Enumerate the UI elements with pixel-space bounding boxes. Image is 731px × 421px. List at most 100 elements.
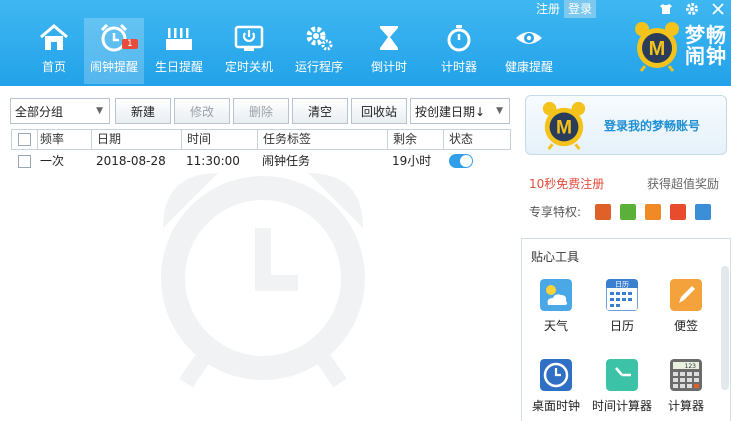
nav-label: 定时关机 (224, 60, 273, 74)
nav-label: 闹钟提醒 (89, 60, 138, 74)
nav-item-stopwatch[interactable]: 计时器 (424, 18, 494, 84)
time-cell: 11:30:00 (186, 154, 240, 168)
tool-calculator[interactable]: 123 计算器 (653, 359, 719, 414)
column-header[interactable]: 日期 (92, 130, 182, 149)
svg-text:M: M (556, 118, 572, 139)
frequency-cell: 一次 (40, 154, 65, 168)
tool-label: 计算器 (667, 399, 704, 413)
select-all-cell (12, 130, 38, 149)
delete-button[interactable]: 删除 (233, 98, 289, 124)
privileges-label: 专享特权: (529, 205, 582, 219)
status-cell (443, 150, 509, 172)
date-cell: 2018-08-28 (96, 154, 166, 168)
calculator-icon: 123 (670, 359, 702, 391)
desktop-clock-icon (540, 359, 572, 391)
app-logo: M 梦畅 闹钟 (633, 20, 727, 72)
login-link[interactable]: 登录 (564, 0, 597, 18)
column-header[interactable]: 时间 (182, 130, 258, 149)
settings-gear-icon[interactable] (679, 0, 705, 18)
nav-label: 生日提醒 (154, 60, 203, 74)
logo-alarm-icon: M (635, 22, 679, 72)
nav-item-home[interactable]: 首页 (24, 18, 84, 84)
window-controls (653, 0, 731, 18)
chevron-down-icon: ▼ (496, 106, 503, 116)
calendar-icon-text: 日历 (615, 281, 629, 289)
nav-label: 运行程序 (294, 60, 343, 74)
logo-alarm-icon: M (542, 101, 586, 150)
group-select-value: 全部分组 (15, 104, 64, 119)
eye-icon (511, 22, 547, 54)
tool-label: 天气 (543, 319, 568, 333)
gear-icon (301, 22, 337, 54)
register-row: 10秒免费注册 获得超值奖励 (529, 175, 719, 192)
remaining-cell: 19小时 (392, 154, 432, 168)
card-icon[interactable] (645, 203, 662, 220)
alarm-clock-icon (96, 22, 132, 54)
printer-icon[interactable] (695, 203, 712, 220)
column-header[interactable]: 频率 (38, 130, 92, 149)
reward-link[interactable]: 获得超值奖励 (647, 175, 719, 192)
weather-icon (540, 279, 572, 311)
tool-weather[interactable]: 天气 (523, 279, 589, 334)
birthday-cake-icon (161, 22, 197, 54)
close-icon[interactable] (705, 0, 731, 18)
column-header[interactable]: 剩余 (388, 130, 444, 149)
login-card-text: 登录我的梦畅账号 (604, 118, 701, 133)
main-nav: 首页 1 闹钟提醒 生日提醒 定时关机 运行程序 倒计时 计时器 健康提醒 (24, 18, 564, 84)
calendar-icon: 日历 (606, 279, 638, 311)
tool-calendar[interactable]: 日历 日历 (589, 279, 655, 334)
column-header[interactable]: 状态 (444, 130, 510, 149)
nav-item-birthday[interactable]: 生日提醒 (144, 18, 214, 84)
gift-icon[interactable] (595, 203, 612, 220)
time-calculator-icon (606, 359, 638, 391)
privileges-row: 专享特权: (529, 203, 712, 220)
alarm-table: 频率 日期 时间 任务标签 剩余 状态 一次 2018-08-28 11:30:… (11, 129, 511, 419)
edit-button[interactable]: 修改 (174, 98, 230, 124)
header-bar: 注册 登录 首页 1 闹钟提醒 生日提醒 定时关机 运行程序 倒计时 计时器 健… (0, 0, 731, 86)
free-register-link[interactable]: 10秒免费注册 (529, 175, 604, 192)
notepad-icon (670, 279, 702, 311)
sort-select[interactable]: 按创建日期↓ ▼ (410, 98, 510, 124)
new-button[interactable]: 新建 (115, 98, 171, 124)
svg-text:M: M (649, 38, 666, 60)
select-all-checkbox[interactable] (18, 133, 31, 146)
tool-desktop-clock[interactable]: 桌面时钟 (523, 359, 589, 414)
logo-line-1: 梦畅 (685, 23, 727, 47)
clear-button[interactable]: 清空 (292, 98, 348, 124)
logo-text: 梦畅 闹钟 (685, 25, 727, 67)
tool-label: 便签 (673, 319, 698, 333)
recycle-bin-button[interactable]: 回收站 (351, 98, 407, 124)
calculator-display-text: 123 (685, 363, 697, 370)
logo-line-2: 闹钟 (685, 44, 727, 68)
leaf-icon[interactable] (620, 203, 637, 220)
tools-scrollbar[interactable] (721, 266, 729, 390)
nav-item-countdown[interactable]: 倒计时 (354, 18, 424, 84)
status-toggle[interactable] (449, 154, 473, 168)
row-checkbox-cell (11, 150, 37, 172)
chevron-down-icon: ▼ (96, 106, 103, 116)
nav-item-health[interactable]: 健康提醒 (494, 18, 564, 84)
present-icon[interactable] (670, 203, 687, 220)
nav-item-shutdown[interactable]: 定时关机 (214, 18, 284, 84)
nav-label: 健康提醒 (504, 60, 553, 74)
skin-icon[interactable] (653, 0, 679, 18)
tool-label: 时间计算器 (591, 399, 652, 413)
hourglass-icon (371, 22, 407, 54)
column-header[interactable]: 任务标签 (258, 130, 388, 149)
nav-label: 首页 (41, 60, 66, 74)
tool-time-calculator[interactable]: 时间计算器 (589, 359, 655, 414)
row-checkbox[interactable] (18, 155, 31, 168)
task-label-cell: 闹钟任务 (262, 154, 311, 168)
login-account-card[interactable]: M 登录我的梦畅账号 (525, 95, 727, 155)
toggle-knob (460, 155, 472, 167)
tools-title: 贴心工具 (531, 250, 580, 264)
table-row[interactable]: 一次 2018-08-28 11:30:00 闹钟任务 19小时 (11, 150, 511, 172)
nav-item-alarm[interactable]: 1 闹钟提醒 (84, 18, 144, 84)
account-links: 注册 登录 (532, 0, 597, 18)
stopwatch-icon (441, 22, 477, 54)
register-link[interactable]: 注册 (532, 0, 564, 18)
tool-label: 桌面时钟 (531, 399, 580, 413)
nav-item-run-program[interactable]: 运行程序 (284, 18, 354, 84)
group-select[interactable]: 全部分组 ▼ (10, 98, 110, 124)
tool-notepad[interactable]: 便签 (653, 279, 719, 334)
